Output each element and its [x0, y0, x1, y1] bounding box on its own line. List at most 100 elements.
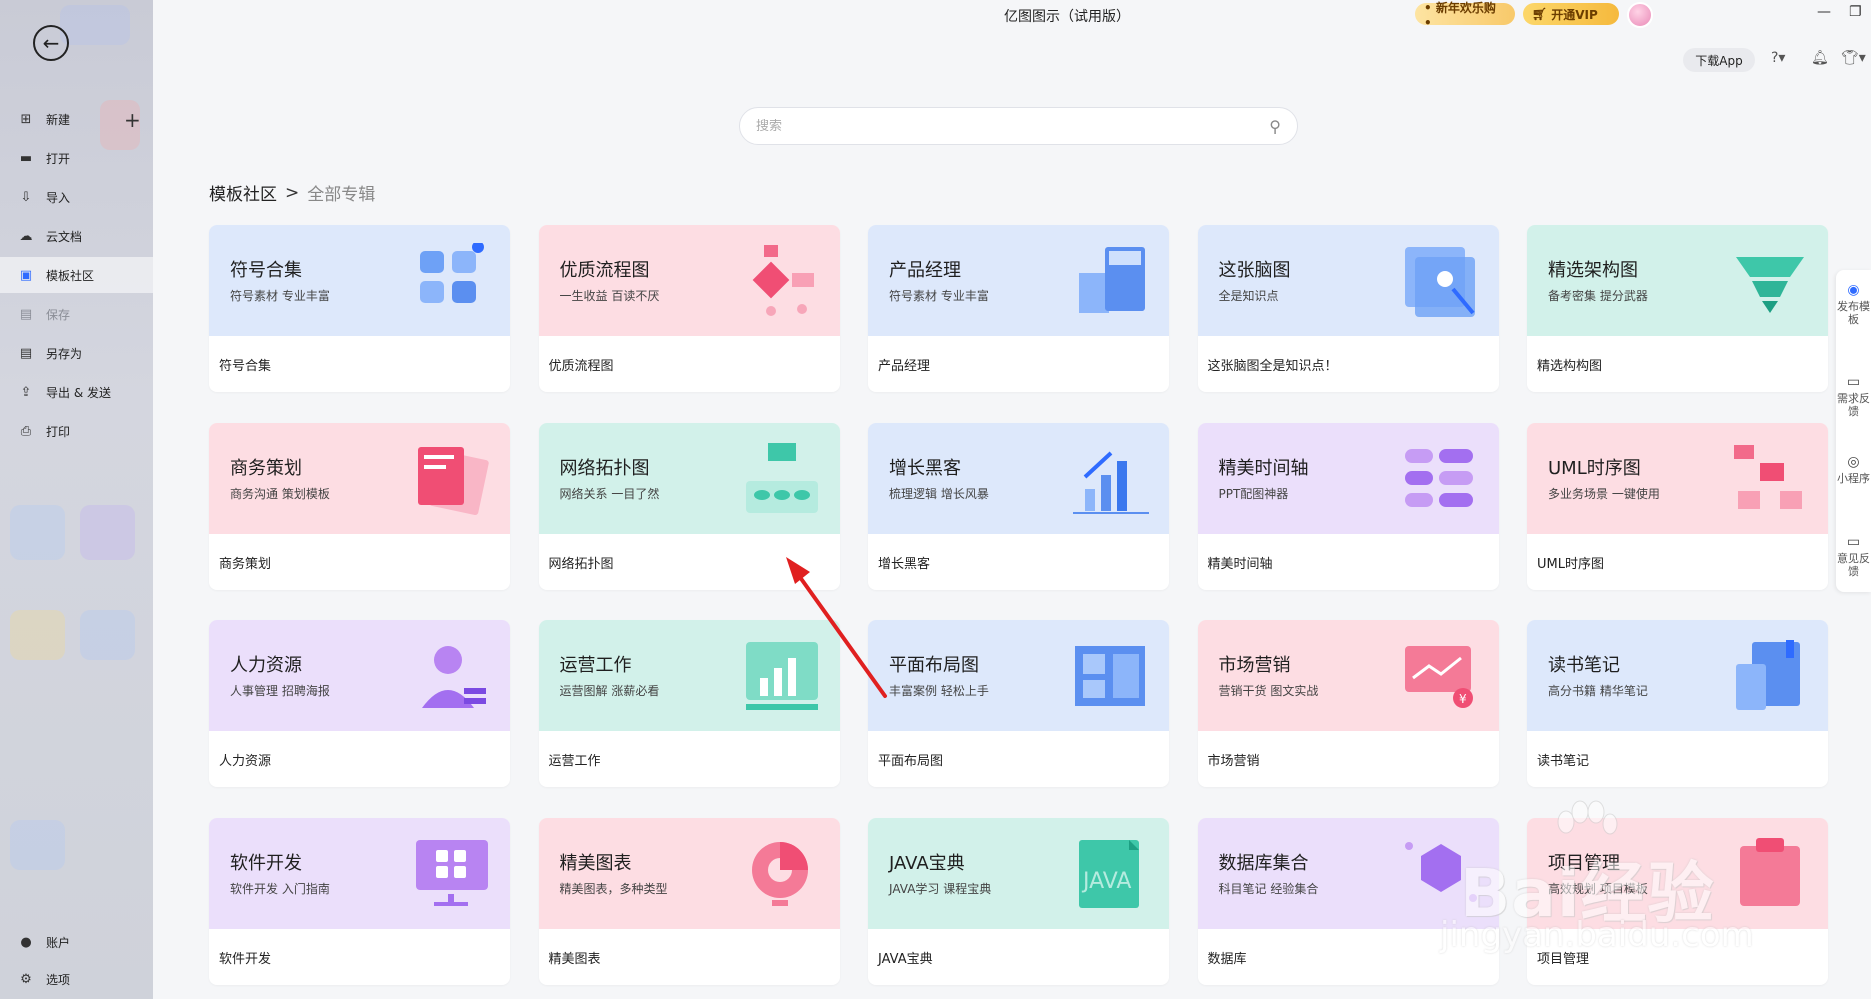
minimize-icon[interactable]: — [1817, 4, 1831, 20]
float-item-feedback[interactable]: ▭ 意见反馈 [1836, 535, 1871, 578]
sidebar-item-label: 打开 [46, 151, 71, 166]
card-name[interactable]: 产品经理 [878, 355, 930, 374]
help-icon[interactable]: ?▾ [1771, 50, 1785, 66]
download-app-button[interactable]: 下载App [1683, 48, 1755, 72]
search-input[interactable] [756, 118, 1270, 134]
card-name[interactable]: 读书笔记 [1537, 750, 1589, 769]
template-card[interactable]: 市场营销 营销干货 图文实战 ¥ 市场营销 [1197, 620, 1499, 787]
template-card[interactable]: 人力资源 人事管理 招聘海报人力资源 [209, 620, 510, 787]
sidebar-item-import[interactable]: ⇩ 导入 [0, 179, 153, 215]
new-year-promo-button[interactable]: • 新年欢乐购 • [1415, 1, 1515, 30]
float-item-request[interactable]: ▭ 需求反馈 [1836, 375, 1871, 418]
card-banner[interactable]: 这张脑图 全是知识点 [1197, 225, 1499, 336]
template-card[interactable]: 增长黑客 梳理逻辑 增长风暴增长黑客 [868, 422, 1169, 590]
card-name[interactable]: 这张脑图全是知识点！ [1208, 355, 1338, 374]
template-card[interactable]: 精美图表 精美图表，多种类型精美图表 [538, 817, 840, 985]
sidebar-item-print[interactable]: ⎙ 打印 [0, 413, 153, 449]
float-item-publish[interactable]: ◉ 发布模板 [1836, 283, 1871, 326]
template-card[interactable]: 商务策划 商务沟通 策划模板商务策划 [209, 422, 510, 590]
sidebar-item-account[interactable]: ● 账户 [0, 924, 153, 960]
card-title: UML时序图 [1548, 457, 1641, 479]
card-name[interactable]: 网络拓扑图 [549, 553, 614, 572]
card-name[interactable]: 人力资源 [219, 750, 271, 769]
template-card[interactable]: 符号合集 符号素材 专业丰富符号合集 [209, 225, 510, 392]
sidebar-item-label: 选项 [46, 972, 71, 987]
template-card[interactable]: 这张脑图 全是知识点这张脑图全是知识点！ [1197, 225, 1499, 392]
card-name[interactable]: 运营工作 [549, 750, 601, 769]
card-banner[interactable]: UML时序图 多业务场景 一键使用 [1527, 422, 1828, 534]
back-button[interactable]: ← [33, 25, 69, 61]
template-card[interactable]: 软件开发 软件开发 入门指南软件开发 [209, 817, 510, 985]
card-banner[interactable]: 增长黑客 梳理逻辑 增长风暴 [868, 422, 1169, 534]
card-name[interactable]: JAVA宝典 [878, 948, 933, 967]
card-banner[interactable]: 平面布局图 丰富案例 轻松上手 [868, 620, 1169, 731]
card-banner[interactable]: 符号合集 符号素材 专业丰富 [209, 225, 510, 336]
card-title: 市场营销 [1218, 655, 1291, 676]
open-vip-button[interactable]: 🛒︎ 开通VIP [1523, 3, 1619, 25]
card-name[interactable]: 软件开发 [219, 948, 271, 967]
card-name[interactable]: 精美图表 [549, 948, 601, 967]
card-banner[interactable]: 优质流程图 一生收益 百读不厌 [538, 225, 840, 336]
new-plus-icon[interactable]: + [124, 108, 141, 132]
card-title: 运营工作 [559, 655, 632, 676]
float-item-miniprogram[interactable]: ◎ 小程序 [1836, 455, 1871, 485]
sidebar-item-save-as[interactable]: ▤ 另存为 [0, 335, 153, 371]
search-icon[interactable]: ⚲ [1269, 117, 1281, 136]
template-card[interactable]: 运营工作 运营图解 涨薪必看 运营工作 [538, 620, 840, 787]
card-name[interactable]: 增长黑客 [878, 553, 930, 572]
search-box[interactable]: ⚲ [739, 107, 1298, 145]
template-card[interactable]: 精选架构图 备考密集 提分武器精选构构图 [1527, 225, 1828, 392]
card-banner[interactable]: 精美图表 精美图表，多种类型 [538, 817, 840, 929]
card-name[interactable]: 精选构构图 [1537, 355, 1602, 374]
sidebar-item-template-community[interactable]: ▣ 模板社区 [0, 257, 153, 293]
sidebar-item-label: 新建 [46, 112, 71, 127]
template-card[interactable]: 精美时间轴 PPT配图神器精美时间轴 [1197, 422, 1499, 590]
card-subtitle: 运营图解 涨薪必看 [559, 684, 660, 698]
sidebar: ← ⊞ 新建 + ▬ 打开 ⇩ 导入 ☁ 云文档 ▣ 模板社区 ▤ 保存 ▤ 另… [0, 0, 153, 999]
sidebar-item-label: 云文档 [46, 229, 83, 244]
card-banner[interactable]: 精选架构图 备考密集 提分武器 [1527, 225, 1828, 336]
template-card[interactable]: JAVA宝典 JAVA学习 课程宝典 JAVA JAVA宝典 [868, 817, 1169, 985]
download-app-label: 下载App [1695, 53, 1743, 68]
card-banner[interactable]: 产品经理 符号素材 专业丰富 [868, 225, 1169, 336]
sidebar-item-export[interactable]: ⇪ 导出 & 发送 [0, 374, 153, 410]
card-banner[interactable]: JAVA宝典 JAVA学习 课程宝典 JAVA [868, 817, 1169, 929]
card-name[interactable]: 市场营销 [1208, 750, 1260, 769]
card-name[interactable]: 商务策划 [219, 553, 271, 572]
card-banner[interactable]: 读书笔记 高分书籍 精华笔记 [1527, 620, 1828, 731]
sidebar-item-label: 打印 [46, 424, 71, 439]
card-name[interactable]: 数据库 [1208, 948, 1247, 967]
shirt-icon[interactable]: 👕︎▾ [1841, 50, 1866, 66]
card-banner[interactable]: 网络拓扑图 网络关系 一目了然 [538, 422, 840, 534]
card-name[interactable]: 优质流程图 [549, 355, 614, 374]
card-banner[interactable]: 精美时间轴 PPT配图神器 [1197, 422, 1499, 534]
card-subtitle: 符号素材 专业丰富 [230, 289, 330, 303]
card-illustration-icon [420, 243, 484, 303]
template-card[interactable]: 优质流程图 一生收益 百读不厌优质流程图 [538, 225, 840, 392]
sidebar-item-options[interactable]: ⚙ 选项 [0, 961, 153, 997]
card-banner[interactable]: 商务策划 商务沟通 策划模板 [209, 422, 510, 534]
breadcrumb-root[interactable]: 模板社区 [209, 180, 277, 205]
template-card[interactable]: 读书笔记 高分书籍 精华笔记读书笔记 [1527, 620, 1828, 787]
card-name[interactable]: 平面布局图 [878, 750, 943, 769]
float-item-label: 需求反馈 [1837, 392, 1870, 418]
template-card[interactable]: UML时序图 多业务场景 一键使用 UML时序图 [1527, 422, 1828, 590]
card-name[interactable]: 符号合集 [219, 355, 271, 374]
sidebar-item-save[interactable]: ▤ 保存 [0, 296, 153, 332]
card-name[interactable]: 精美时间轴 [1208, 553, 1273, 572]
breadcrumb-current: 全部专辑 [307, 185, 376, 205]
card-banner[interactable]: 人力资源 人事管理 招聘海报 [209, 620, 510, 731]
card-banner[interactable]: 市场营销 营销干货 图文实战 ¥ [1197, 620, 1499, 731]
restore-icon[interactable]: ❐ [1849, 4, 1862, 20]
card-name[interactable]: UML时序图 [1537, 553, 1604, 572]
card-banner[interactable]: 运营工作运营图解 涨薪必看 [538, 620, 840, 731]
sidebar-item-open[interactable]: ▬ 打开 [0, 140, 153, 176]
sidebar-item-cloud[interactable]: ☁ 云文档 [0, 218, 153, 254]
template-card[interactable]: 产品经理 符号素材 专业丰富产品经理 [868, 225, 1169, 392]
card-banner[interactable]: 软件开发 软件开发 入门指南 [209, 817, 510, 929]
card-subtitle: 商务沟通 策划模板 [230, 486, 330, 501]
template-card[interactable]: 网络拓扑图 网络关系 一目了然网络拓扑图 [538, 422, 840, 590]
template-card[interactable]: 平面布局图 丰富案例 轻松上手平面布局图 [868, 620, 1169, 787]
avatar[interactable] [1627, 2, 1653, 28]
bell-icon[interactable]: 🔔︎ [1811, 50, 1829, 66]
